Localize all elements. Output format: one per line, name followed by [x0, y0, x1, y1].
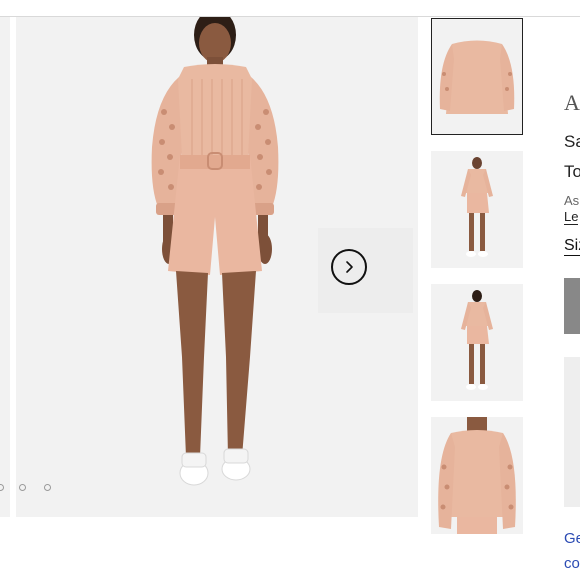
size-select-button[interactable] [564, 278, 580, 334]
thumbnail-image [438, 417, 516, 534]
thumbnail-image [461, 290, 493, 390]
add-to-bag-panel [564, 357, 580, 507]
thumbnail-4[interactable] [431, 417, 523, 534]
gallery-dot[interactable] [44, 484, 51, 491]
chevron-right-icon [346, 261, 353, 273]
next-image-button[interactable] [331, 249, 367, 285]
thumbnail-3[interactable] [431, 284, 523, 401]
bottom-link-2[interactable]: co [564, 555, 580, 572]
thumbnail-2[interactable] [431, 151, 523, 268]
brand-name[interactable]: A [564, 90, 580, 116]
product-name: Sa [564, 132, 580, 151]
thumbnail-1[interactable] [431, 18, 523, 135]
info-link[interactable]: Le [564, 209, 579, 225]
size-guide-link[interactable]: Siz [564, 237, 580, 256]
previous-image-edge [0, 17, 10, 517]
product-name-line-2: To [564, 162, 580, 181]
product-note: As [564, 193, 580, 208]
gallery-dot[interactable] [19, 484, 26, 491]
thumbnail-image [439, 40, 515, 114]
bottom-link-1[interactable]: Ge [564, 530, 580, 547]
thumbnail-image [461, 157, 493, 257]
